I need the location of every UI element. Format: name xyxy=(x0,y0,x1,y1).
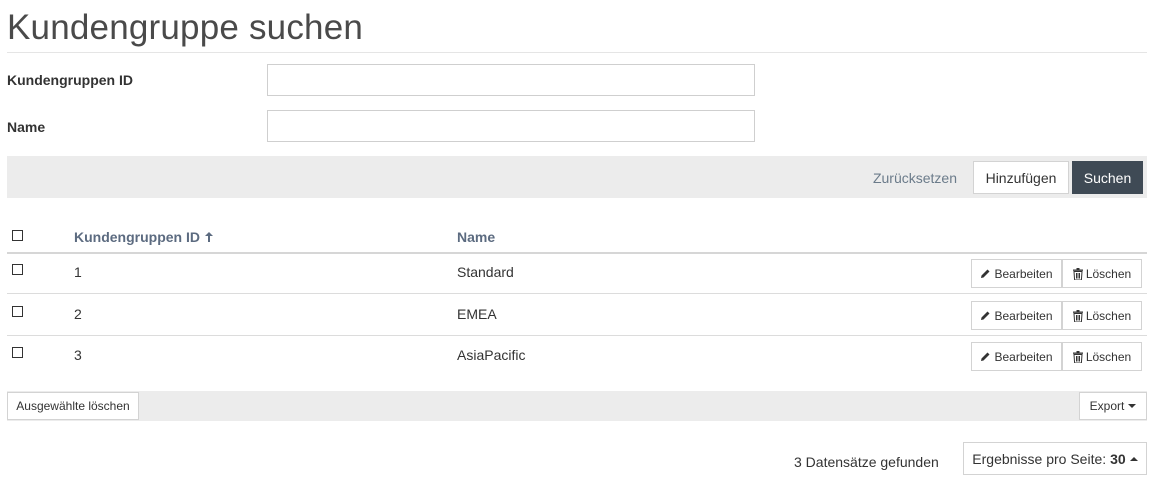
delete-button-label: Löschen xyxy=(1085,266,1132,281)
add-button[interactable]: Hinzufügen xyxy=(973,161,1069,194)
pencil-icon xyxy=(980,310,991,321)
name-field-label: Name xyxy=(7,119,46,135)
trash-icon xyxy=(1072,350,1083,363)
edit-button[interactable]: Bearbeiten xyxy=(971,301,1062,330)
reset-button[interactable]: Zurücksetzen xyxy=(866,161,964,194)
row-divider xyxy=(7,335,1147,336)
delete-button[interactable]: Löschen xyxy=(1062,259,1142,288)
row-divider xyxy=(7,293,1147,294)
delete-button[interactable]: Löschen xyxy=(1062,301,1142,330)
results-per-page-label: Ergebnisse pro Seite: xyxy=(972,450,1107,467)
caret-up-icon xyxy=(1129,456,1138,461)
trash-icon xyxy=(1072,309,1083,322)
sort-ascending-icon xyxy=(205,232,213,242)
export-label: Export xyxy=(1089,399,1125,413)
trash-icon xyxy=(1072,267,1083,280)
export-dropdown[interactable]: Export xyxy=(1079,392,1147,420)
row-id: 3 xyxy=(74,347,82,363)
delete-button-label: Löschen xyxy=(1085,349,1132,364)
row-id: 1 xyxy=(74,264,82,280)
results-per-page-value: 30 xyxy=(1110,450,1126,467)
title-divider xyxy=(7,52,1147,53)
name-search-input[interactable] xyxy=(267,110,755,142)
id-search-input[interactable] xyxy=(267,64,755,96)
bulk-action-toolbar xyxy=(7,391,1147,421)
row-checkbox[interactable] xyxy=(12,347,23,358)
pencil-icon xyxy=(980,268,991,279)
results-per-page-dropdown[interactable]: Ergebnisse pro Seite: 30 xyxy=(963,442,1147,475)
column-header-id[interactable]: Kundengruppen ID xyxy=(74,229,213,245)
caret-down-icon xyxy=(1128,404,1137,408)
edit-button-label: Bearbeiten xyxy=(994,266,1053,281)
records-found-text: 3 Datensätze gefunden xyxy=(794,454,939,470)
id-field-label: Kundengruppen ID xyxy=(7,72,133,88)
row-name: Standard xyxy=(457,264,514,280)
select-all-checkbox[interactable] xyxy=(12,230,23,241)
row-checkbox[interactable] xyxy=(12,264,23,275)
row-id: 2 xyxy=(74,306,82,322)
edit-button[interactable]: Bearbeiten xyxy=(971,342,1062,371)
search-button[interactable]: Suchen xyxy=(1072,161,1143,194)
edit-button-label: Bearbeiten xyxy=(994,308,1053,323)
column-header-id-label: Kundengruppen ID xyxy=(74,229,200,245)
row-name: AsiaPacific xyxy=(457,347,526,363)
column-header-name[interactable]: Name xyxy=(457,229,495,245)
delete-button-label: Löschen xyxy=(1085,308,1132,323)
row-name: EMEA xyxy=(457,306,497,322)
delete-selected-button[interactable]: Ausgewählte löschen xyxy=(7,392,139,420)
row-checkbox[interactable] xyxy=(12,306,23,317)
page-title: Kundengruppe suchen xyxy=(7,8,364,47)
table-header-divider xyxy=(7,252,1147,254)
pencil-icon xyxy=(980,351,991,362)
delete-button[interactable]: Löschen xyxy=(1062,342,1142,371)
edit-button-label: Bearbeiten xyxy=(994,349,1053,364)
edit-button[interactable]: Bearbeiten xyxy=(971,259,1062,288)
